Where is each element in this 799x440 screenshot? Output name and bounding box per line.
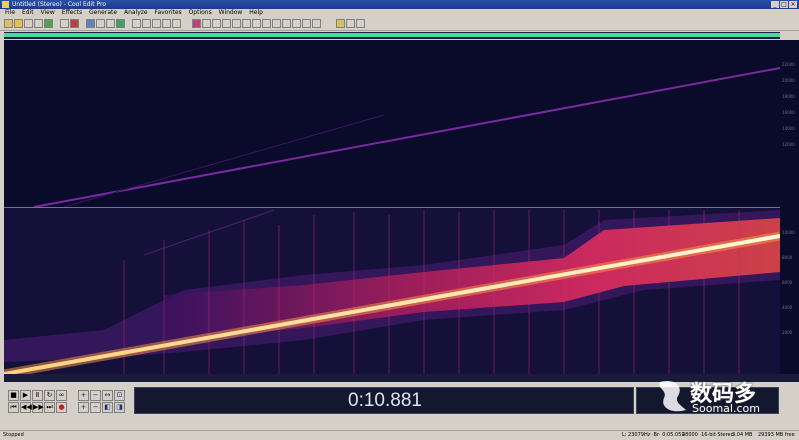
menu-edit[interactable]: Edit — [22, 9, 34, 16]
tool-icon[interactable] — [252, 19, 261, 28]
zoom-full-icon[interactable]: ↔ — [102, 390, 113, 401]
menu-options[interactable]: Options — [189, 9, 212, 16]
tool-icon[interactable] — [272, 19, 281, 28]
close-button[interactable]: × — [789, 1, 797, 8]
cut-icon[interactable] — [24, 19, 33, 28]
minimize-button[interactable]: _ — [771, 1, 779, 8]
tool-icon[interactable] — [192, 19, 201, 28]
zoom-in-vertical-icon[interactable]: + — [78, 402, 89, 413]
title-bar: Untitled (Stereo) - Cool Edit Pro _ □ × — [0, 0, 799, 9]
rewind-button[interactable]: ◀◀ — [20, 402, 32, 413]
time-display-value: 0:10.881 — [348, 390, 422, 411]
overview-ruler[interactable] — [4, 32, 780, 39]
spectral-icon[interactable] — [106, 19, 115, 28]
menu-help[interactable]: Help — [249, 9, 263, 16]
tool-icon[interactable] — [282, 19, 291, 28]
go-to-start-button[interactable]: ⏮ — [8, 402, 19, 413]
play-looped-button[interactable]: ↻ — [44, 390, 55, 401]
time-display: 0:10.881 — [134, 387, 634, 414]
tool-icon[interactable] — [212, 19, 221, 28]
paste-icon[interactable] — [44, 19, 53, 28]
watermark: 数码多 Soomal.com — [652, 374, 799, 420]
tool-icon[interactable] — [336, 19, 345, 28]
loop-icon[interactable] — [116, 19, 125, 28]
tool-icon[interactable] — [202, 19, 211, 28]
undo-icon[interactable] — [60, 19, 69, 28]
save-icon[interactable] — [14, 19, 23, 28]
frequency-tick: 6000 — [782, 280, 793, 285]
tool-icon[interactable] — [142, 19, 151, 28]
mix-icon[interactable] — [70, 19, 79, 28]
tool-icon[interactable] — [346, 19, 355, 28]
tool-icon[interactable] — [242, 19, 251, 28]
go-to-end-button[interactable]: ⏭ — [44, 402, 55, 413]
menu-bar: File Edit View Effects Generate Analyze … — [0, 9, 799, 17]
window-title: Untitled (Stereo) - Cool Edit Pro — [12, 1, 107, 8]
frequency-tick: 10000 — [782, 230, 795, 235]
tool-icon[interactable] — [302, 19, 311, 28]
frequency-tick: 16000 — [782, 110, 795, 115]
spectrogram-canvas — [4, 40, 780, 374]
toolbar — [0, 17, 799, 31]
left-channel — [4, 40, 780, 207]
copy-icon[interactable] — [34, 19, 43, 28]
open-icon[interactable] — [4, 19, 13, 28]
frequency-tick: 22000 — [782, 62, 795, 67]
tool-icon[interactable] — [172, 19, 181, 28]
effects-icon[interactable] — [86, 19, 95, 28]
frequency-scale: 22000 20000 18000 16000 14000 12000 1000… — [780, 40, 799, 374]
frequency-tick: 12000 — [782, 142, 795, 147]
stop-button[interactable]: ■ — [8, 390, 19, 401]
pause-button[interactable]: Ⅱ — [32, 390, 43, 401]
channel-divider — [4, 207, 780, 208]
frequency-tick: 4000 — [782, 305, 793, 310]
watermark-site: Soomal.com — [692, 402, 760, 415]
watermark-logo-icon — [659, 380, 686, 412]
menu-favorites[interactable]: Favorites — [155, 9, 182, 16]
zoom-out-horizontal-icon[interactable]: − — [90, 390, 101, 401]
tool-icon[interactable] — [262, 19, 271, 28]
frequency-tick: 8000 — [782, 255, 793, 260]
tool-icon[interactable] — [132, 19, 141, 28]
tool-icon[interactable] — [232, 19, 241, 28]
menu-file[interactable]: File — [5, 9, 15, 16]
app-icon — [2, 1, 9, 8]
tool-icon[interactable] — [152, 19, 161, 28]
frequency-tick: 20000 — [782, 78, 795, 83]
menu-analyze[interactable]: Analyze — [124, 9, 148, 16]
menu-generate[interactable]: Generate — [89, 9, 117, 16]
spectral-display[interactable] — [4, 40, 780, 374]
tool-icon[interactable] — [162, 19, 171, 28]
loop-button[interactable]: ∞ — [56, 390, 67, 401]
tool-icon[interactable] — [312, 19, 321, 28]
frequency-tick: 14000 — [782, 126, 795, 131]
play-button[interactable]: ▶ — [20, 390, 31, 401]
tool-icon[interactable] — [292, 19, 301, 28]
frequency-tick: 18000 — [782, 94, 795, 99]
menu-window[interactable]: Window — [219, 9, 243, 16]
tool-icon[interactable] — [222, 19, 231, 28]
menu-effects[interactable]: Effects — [62, 9, 82, 16]
frequency-tick: 2000 — [782, 330, 793, 335]
menu-view[interactable]: View — [41, 9, 55, 16]
zoom-left-icon[interactable]: ◧ — [102, 402, 113, 413]
fast-forward-button[interactable]: ▶▶ — [32, 402, 44, 413]
zoom-icon[interactable] — [96, 19, 105, 28]
zoom-in-horizontal-icon[interactable]: + — [78, 390, 89, 401]
zoom-selection-icon[interactable]: ⊡ — [114, 390, 125, 401]
zoom-right-icon[interactable]: ◨ — [114, 402, 125, 413]
tool-icon[interactable] — [356, 19, 365, 28]
overview-range-bar[interactable] — [4, 33, 780, 37]
maximize-button[interactable]: □ — [780, 1, 788, 8]
zoom-out-vertical-icon[interactable]: − — [90, 402, 101, 413]
record-button[interactable]: ● — [56, 402, 67, 413]
